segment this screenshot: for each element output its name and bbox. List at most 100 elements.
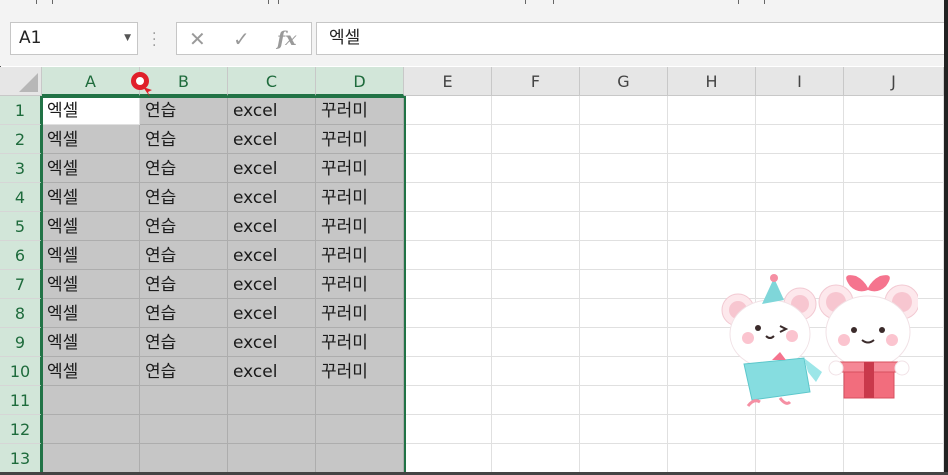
cell-f3[interactable] (492, 154, 580, 183)
row-header-12[interactable]: 12 (0, 415, 42, 444)
cell-g3[interactable] (580, 154, 668, 183)
cell-h2[interactable] (668, 125, 756, 154)
cell-e11[interactable] (404, 386, 492, 415)
cell-g2[interactable] (580, 125, 668, 154)
cell-e7[interactable] (404, 270, 492, 299)
column-header-h[interactable]: H (668, 67, 756, 96)
cell-a1[interactable]: 엑셀 (42, 96, 140, 125)
cell-d11[interactable] (316, 386, 404, 415)
cell-f6[interactable] (492, 241, 580, 270)
row-header-11[interactable]: 11 (0, 386, 42, 415)
insert-function-icon[interactable]: fx (277, 28, 297, 50)
cell-g1[interactable] (580, 96, 668, 125)
drag-handle-icon[interactable]: · · · (152, 27, 156, 53)
column-header-g[interactable]: G (580, 67, 668, 96)
cell-g9[interactable] (580, 328, 668, 357)
cell-b9[interactable]: 연습 (140, 328, 228, 357)
cell-c4[interactable]: excel (228, 183, 316, 212)
cell-h6[interactable] (668, 241, 756, 270)
cell-i3[interactable] (756, 154, 844, 183)
cell-f1[interactable] (492, 96, 580, 125)
cell-a5[interactable]: 엑셀 (42, 212, 140, 241)
cell-c12[interactable] (228, 415, 316, 444)
select-all-button[interactable] (0, 67, 42, 96)
cell-a8[interactable]: 엑셀 (42, 299, 140, 328)
cell-c2[interactable]: excel (228, 125, 316, 154)
cell-a2[interactable]: 엑셀 (42, 125, 140, 154)
row-header-6[interactable]: 6 (0, 241, 42, 270)
cell-d3[interactable]: 꾸러미 (316, 154, 404, 183)
cell-c1[interactable]: excel (228, 96, 316, 125)
cell-j1[interactable] (844, 96, 944, 125)
cell-e13[interactable] (404, 444, 492, 473)
cell-d1[interactable]: 꾸러미 (316, 96, 404, 125)
column-header-a[interactable]: A (42, 67, 140, 96)
cell-b4[interactable]: 연습 (140, 183, 228, 212)
cell-j6[interactable] (844, 241, 944, 270)
cell-j3[interactable] (844, 154, 944, 183)
name-box[interactable]: A1 ▼ (10, 22, 138, 55)
cell-b7[interactable]: 연습 (140, 270, 228, 299)
cell-g13[interactable] (580, 444, 668, 473)
cell-c13[interactable] (228, 444, 316, 473)
row-header-2[interactable]: 2 (0, 125, 42, 154)
cell-j13[interactable] (844, 444, 944, 473)
cell-j4[interactable] (844, 183, 944, 212)
cell-b1[interactable]: 연습 (140, 96, 228, 125)
cell-h5[interactable] (668, 212, 756, 241)
cancel-icon[interactable]: ✕ (189, 27, 206, 51)
cell-f9[interactable] (492, 328, 580, 357)
row-header-1[interactable]: 1 (0, 96, 42, 125)
cell-f12[interactable] (492, 415, 580, 444)
cell-c7[interactable]: excel (228, 270, 316, 299)
cell-i6[interactable] (756, 241, 844, 270)
cell-e5[interactable] (404, 212, 492, 241)
column-header-i[interactable]: I (756, 67, 844, 96)
cell-d9[interactable]: 꾸러미 (316, 328, 404, 357)
cell-i5[interactable] (756, 212, 844, 241)
cell-e12[interactable] (404, 415, 492, 444)
cell-f10[interactable] (492, 357, 580, 386)
cell-g7[interactable] (580, 270, 668, 299)
formula-input[interactable]: 엑셀 (316, 22, 944, 55)
cell-e6[interactable] (404, 241, 492, 270)
row-header-7[interactable]: 7 (0, 270, 42, 299)
cell-b12[interactable] (140, 415, 228, 444)
cell-e10[interactable] (404, 357, 492, 386)
enter-icon[interactable]: ✓ (233, 27, 250, 51)
cell-b8[interactable]: 연습 (140, 299, 228, 328)
cell-a11[interactable] (42, 386, 140, 415)
cell-g5[interactable] (580, 212, 668, 241)
cell-h1[interactable] (668, 96, 756, 125)
cell-e2[interactable] (404, 125, 492, 154)
cell-g4[interactable] (580, 183, 668, 212)
cell-e8[interactable] (404, 299, 492, 328)
column-header-c[interactable]: C (228, 67, 316, 96)
cell-i2[interactable] (756, 125, 844, 154)
cell-h3[interactable] (668, 154, 756, 183)
cell-g12[interactable] (580, 415, 668, 444)
cell-a12[interactable] (42, 415, 140, 444)
cell-c9[interactable]: excel (228, 328, 316, 357)
cell-a3[interactable]: 엑셀 (42, 154, 140, 183)
chevron-down-icon[interactable]: ▼ (124, 23, 131, 54)
cell-e9[interactable] (404, 328, 492, 357)
cell-f11[interactable] (492, 386, 580, 415)
cell-f2[interactable] (492, 125, 580, 154)
cell-c5[interactable]: excel (228, 212, 316, 241)
cell-d2[interactable]: 꾸러미 (316, 125, 404, 154)
cell-h4[interactable] (668, 183, 756, 212)
cell-i13[interactable] (756, 444, 844, 473)
row-header-3[interactable]: 3 (0, 154, 42, 183)
cell-a4[interactable]: 엑셀 (42, 183, 140, 212)
cell-d10[interactable]: 꾸러미 (316, 357, 404, 386)
cell-e3[interactable] (404, 154, 492, 183)
cell-d6[interactable]: 꾸러미 (316, 241, 404, 270)
cell-i4[interactable] (756, 183, 844, 212)
cell-j2[interactable] (844, 125, 944, 154)
row-header-4[interactable]: 4 (0, 183, 42, 212)
cell-j5[interactable] (844, 212, 944, 241)
cell-a10[interactable]: 엑셀 (42, 357, 140, 386)
column-header-d[interactable]: D (316, 67, 404, 96)
cell-g6[interactable] (580, 241, 668, 270)
